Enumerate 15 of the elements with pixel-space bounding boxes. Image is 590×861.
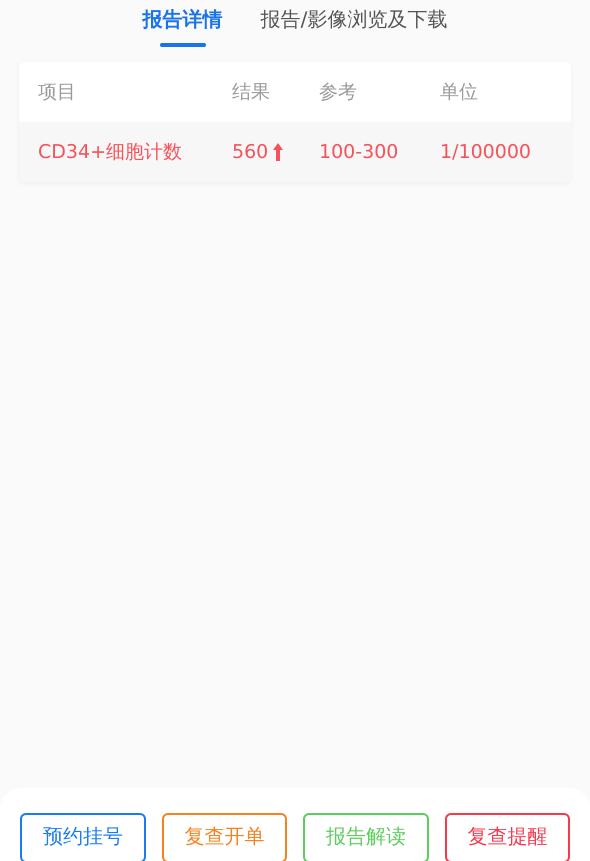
action-button[interactable]: 预约挂号 <box>20 813 146 861</box>
column-header: 项目 <box>38 80 77 105</box>
action-button[interactable]: 报告解读 <box>303 813 428 861</box>
column-header: 结果 <box>232 80 271 105</box>
table-cell-text: 100-300 <box>319 141 400 163</box>
table-cell: 560 <box>232 141 268 163</box>
table-cell-text: CD34+细胞计数 <box>38 140 183 165</box>
column-header: 参考 <box>319 80 358 105</box>
tab[interactable]: 报告/影像浏览及下载 <box>260 6 448 62</box>
action-button[interactable]: 复查开单 <box>162 813 287 861</box>
up-arrow-icon <box>272 142 284 162</box>
table-cell-text: 1/100000 <box>440 141 532 163</box>
column-header: 单位 <box>440 80 479 105</box>
tab[interactable]: 报告详情 <box>142 6 223 62</box>
action-button[interactable]: 复查提醒 <box>444 813 570 861</box>
